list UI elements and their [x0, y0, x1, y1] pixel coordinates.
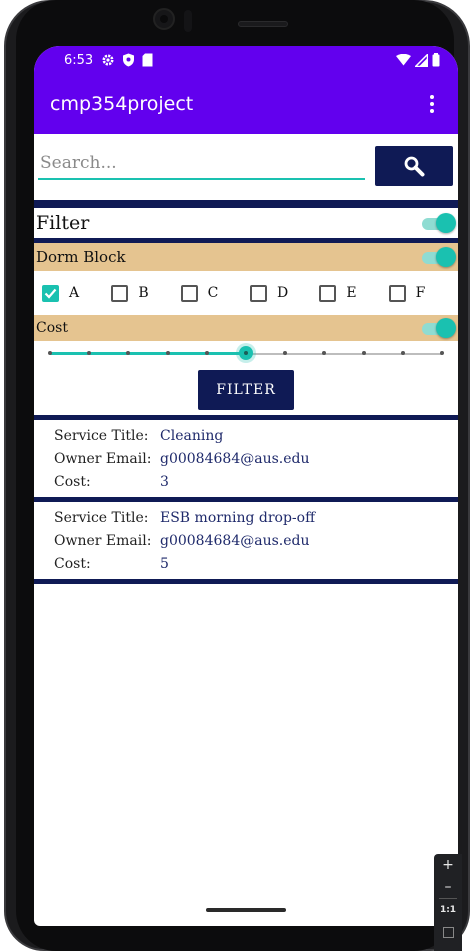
checkbox-d[interactable]: D	[249, 284, 319, 302]
checkbox-box[interactable]	[42, 284, 59, 302]
cost-header: Cost	[34, 315, 458, 341]
dorm-block-checkboxes: A B C D E F	[34, 271, 458, 315]
checkbox-a[interactable]: A	[42, 284, 111, 302]
owner-email-value: g00084684@aus.edu	[160, 532, 310, 549]
phone-screen: 6:53 cmp354project Search... Filter Dorm…	[34, 46, 458, 926]
slider-tick	[165, 351, 170, 355]
checkbox-c[interactable]: C	[180, 284, 250, 302]
slider-tick	[400, 351, 405, 355]
checkbox-box[interactable]	[249, 284, 267, 302]
service-title-value: ESB morning drop-off	[160, 509, 316, 526]
cost-label: Cost:	[54, 473, 91, 490]
checkbox-label: A	[69, 285, 80, 301]
cost-row: Cost: 5	[54, 552, 458, 575]
filter-button[interactable]: FILTER	[198, 370, 294, 410]
checkbox-box[interactable]	[111, 284, 129, 302]
service-title-label: Service Title:	[54, 427, 149, 444]
checkbox-box[interactable]	[388, 284, 406, 302]
app-bar: cmp354project	[34, 74, 458, 134]
dorm-block-header: Dorm Block	[34, 243, 458, 271]
fit-screen-icon[interactable]	[434, 921, 462, 943]
slider-tick	[361, 351, 366, 355]
service-title-value: Cleaning	[160, 427, 224, 444]
dorm-block-switch[interactable]	[420, 246, 456, 268]
result-card[interactable]: Service Title: ESB morning drop-off Owne…	[34, 502, 458, 579]
cost-label: Cost	[36, 320, 68, 336]
status-bar: 6:53	[34, 46, 458, 74]
checkbox-label: D	[276, 285, 289, 301]
owner-email-label: Owner Email:	[54, 532, 152, 549]
cost-switch[interactable]	[420, 317, 456, 339]
speaker-grille	[238, 21, 288, 27]
service-title-row: Service Title: Cleaning	[54, 424, 458, 447]
checkbox-label: E	[346, 285, 357, 301]
checkbox-f[interactable]: F	[388, 284, 458, 302]
owner-email-row: Owner Email: g00084684@aus.edu	[54, 447, 458, 470]
device: 6:53 cmp354project Search... Filter Dorm…	[0, 0, 474, 951]
slider-thumb[interactable]	[239, 346, 253, 360]
overflow-menu-icon[interactable]	[420, 89, 444, 119]
checkbox-box[interactable]	[180, 284, 198, 302]
owner-email-value: g00084684@aus.edu	[160, 450, 310, 467]
cost-row: Cost: 3	[54, 470, 458, 493]
battery-icon	[432, 53, 440, 67]
slider-tick	[204, 351, 209, 355]
zoom-reset-button[interactable]: 1:1	[434, 899, 462, 921]
owner-email-label: Owner Email:	[54, 450, 152, 467]
checkbox-label: B	[138, 285, 149, 301]
cost-label: Cost:	[54, 555, 91, 572]
checkbox-box[interactable]	[319, 284, 337, 302]
checkbox-label: F	[415, 285, 426, 301]
app-title: cmp354project	[50, 93, 194, 115]
gear-icon	[102, 54, 114, 66]
signal-icon	[415, 53, 428, 67]
filter-row: Filter	[34, 208, 458, 238]
slider-tick	[440, 351, 444, 355]
checkbox-e[interactable]: E	[319, 284, 388, 302]
sd-card-icon	[142, 53, 153, 67]
zoom-out-button[interactable]: –	[434, 876, 462, 898]
search-row	[34, 134, 458, 200]
checkbox-label: C	[207, 285, 219, 301]
shield-icon	[123, 53, 135, 67]
search-icon	[404, 156, 425, 177]
checkbox-b[interactable]: B	[111, 284, 180, 302]
filter-switch[interactable]	[420, 212, 456, 234]
slider-tick	[48, 351, 52, 355]
home-gesture-bar[interactable]	[206, 908, 286, 912]
status-time: 6:53	[64, 52, 94, 68]
service-title-row: Service Title: ESB morning drop-off	[54, 506, 458, 529]
checkmark-icon	[44, 288, 57, 299]
zoom-in-button[interactable]: +	[434, 854, 462, 876]
filter-label: Filter	[36, 212, 90, 234]
owner-email-row: Owner Email: g00084684@aus.edu	[54, 529, 458, 552]
result-card[interactable]: Service Title: Cleaning Owner Email: g00…	[34, 420, 458, 497]
filter-button-wrap: FILTER	[34, 365, 458, 415]
camera-icon	[153, 8, 175, 30]
divider	[34, 200, 458, 208]
search-input[interactable]	[38, 148, 365, 180]
service-title-label: Service Title:	[54, 509, 149, 526]
emulator-zoom-panel: + – 1:1	[434, 854, 462, 951]
dorm-block-label: Dorm Block	[36, 248, 126, 266]
cost-slider[interactable]	[38, 341, 454, 365]
search-button[interactable]	[375, 146, 453, 186]
cost-value: 5	[160, 555, 169, 572]
cost-value: 3	[160, 473, 169, 490]
sensor-icon	[184, 10, 192, 32]
divider	[34, 579, 458, 584]
wifi-icon	[396, 54, 411, 66]
slider-active-track	[50, 352, 246, 355]
